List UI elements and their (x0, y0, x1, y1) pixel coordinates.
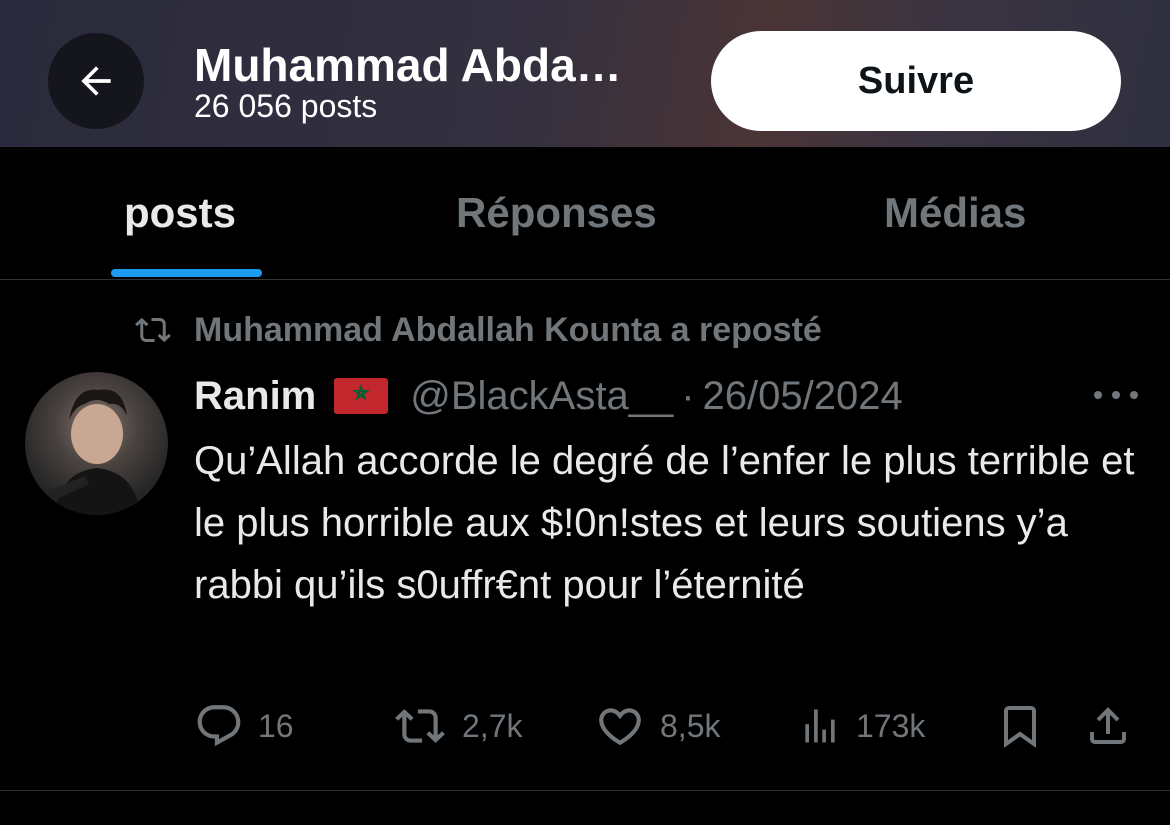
author-handle[interactable]: @BlackAsta__ (410, 374, 673, 419)
back-button[interactable] (48, 33, 144, 129)
like-button[interactable]: 8,5k (594, 696, 720, 756)
bookmark-icon (1004, 706, 1036, 748)
share-button[interactable] (1084, 696, 1132, 756)
repost-button[interactable]: 2,7k (392, 696, 522, 756)
views-chart-icon (805, 709, 835, 743)
reply-button[interactable]: 16 (194, 696, 294, 756)
reply-icon (197, 705, 241, 747)
morocco-flag-icon (334, 378, 389, 414)
tab-media[interactable]: Médias (884, 189, 1026, 237)
avatar-image (45, 389, 141, 515)
reply-count: 16 (258, 707, 294, 744)
active-tab-indicator (111, 269, 262, 277)
author-name[interactable]: Ranim (194, 374, 316, 419)
avatar[interactable] (25, 372, 168, 515)
follow-button[interactable]: Suivre (711, 31, 1121, 131)
more-options-icon[interactable] (1094, 380, 1138, 410)
tab-replies[interactable]: Réponses (456, 189, 657, 237)
heart-icon (599, 708, 641, 746)
repost-icon (135, 317, 171, 343)
retweet-icon (395, 709, 445, 743)
tweet-actions: 16 2,7k 8,5k 173k (0, 696, 1170, 756)
bookmark-button[interactable] (996, 696, 1044, 756)
tweet-text: Qu’Allah accorde le degré de l’enfer le … (194, 439, 1135, 607)
feed-divider (0, 790, 1170, 791)
profile-header: Muhammad Abda… 26 056 posts Suivre (0, 0, 1170, 147)
views-button[interactable]: 173k (798, 696, 925, 756)
profile-tabs: posts Réponses Médias (0, 147, 1170, 280)
repost-label: Muhammad Abdallah Kounta a reposté (194, 310, 822, 349)
tweet-date[interactable]: 26/05/2024 (703, 374, 903, 419)
post-count: 26 056 posts (194, 88, 378, 124)
view-count: 173k (856, 707, 926, 744)
repost-indicator: Muhammad Abdallah Kounta a reposté (130, 308, 822, 352)
profile-name: Muhammad Abda… (194, 39, 622, 91)
like-count: 8,5k (660, 707, 721, 744)
tweet-header: Ranim @BlackAsta__ · 26/05/2024 (194, 370, 903, 422)
share-icon (1090, 707, 1126, 744)
dot-separator: · (681, 373, 695, 418)
tab-posts[interactable]: posts (124, 189, 236, 237)
arrow-left-icon (81, 66, 111, 96)
repost-count: 2,7k (462, 707, 523, 744)
